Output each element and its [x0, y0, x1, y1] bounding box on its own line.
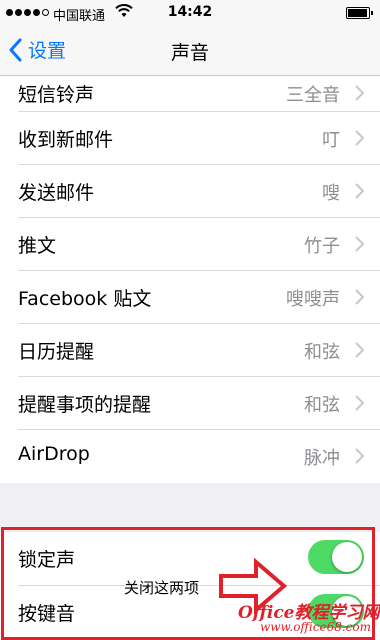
row-label: 短信铃声: [18, 84, 95, 106]
row-value: 和弦: [304, 342, 340, 363]
sound-row-airdrop[interactable]: AirDrop 脉冲: [18, 430, 380, 483]
sound-row-new-mail[interactable]: 收到新邮件 叮: [18, 112, 380, 165]
sound-list: 短信铃声 三全音 收到新邮件 叮 发送邮件 嗖 推文 竹子 Facebook 贴…: [0, 76, 380, 483]
sound-row-calendar[interactable]: 日历提醒 和弦: [18, 324, 380, 377]
watermark: Office教程学习网 www.office68.com: [238, 598, 380, 640]
status-time: 14:42: [167, 4, 213, 20]
toggle-knob: [332, 542, 362, 572]
navigation-bar: 设置 声音: [0, 26, 380, 76]
chevron-right-icon: [355, 342, 364, 358]
row-value: 叮: [322, 130, 340, 151]
chevron-right-icon: [355, 289, 364, 305]
row-label: AirDrop: [18, 443, 90, 465]
lock-sound-toggle[interactable]: [308, 540, 364, 574]
row-label: 日历提醒: [18, 341, 95, 363]
row-label: 锁定声: [18, 549, 76, 571]
chevron-right-icon: [355, 85, 364, 101]
row-label: 发送邮件: [18, 182, 95, 204]
row-label: 按键音: [18, 603, 76, 625]
sound-row-facebook[interactable]: Facebook 贴文 嗖嗖声: [18, 271, 380, 324]
sound-row-reminders[interactable]: 提醒事项的提醒 和弦: [18, 377, 380, 430]
sound-row-tweet[interactable]: 推文 竹子: [18, 218, 380, 271]
row-label: Facebook 贴文: [18, 288, 152, 310]
chevron-right-icon: [355, 236, 364, 252]
row-value: 嗖嗖声: [286, 289, 340, 310]
chevron-right-icon: [355, 183, 364, 199]
chevron-right-icon: [355, 395, 364, 411]
annotation-text: 关闭这两项: [124, 579, 200, 597]
status-bar: 中国联通 14:42: [0, 0, 380, 26]
row-value: 三全音: [286, 85, 340, 106]
row-label: 收到新邮件: [18, 129, 114, 151]
row-value: 脉冲: [304, 448, 340, 469]
battery-icon: [346, 7, 373, 19]
row-value: 嗖: [322, 183, 340, 204]
row-value: 竹子: [304, 236, 340, 257]
sound-row-sms[interactable]: 短信铃声 三全音: [18, 76, 380, 112]
row-label: 推文: [18, 235, 57, 257]
row-value: 和弦: [304, 395, 340, 416]
row-label: 提醒事项的提醒: [18, 394, 152, 416]
watermark-url: www.office68.com: [260, 620, 371, 634]
page-title: 声音: [170, 42, 209, 64]
sound-row-sent-mail[interactable]: 发送邮件 嗖: [18, 165, 380, 218]
chevron-right-icon: [355, 130, 364, 146]
chevron-right-icon: [355, 448, 364, 464]
